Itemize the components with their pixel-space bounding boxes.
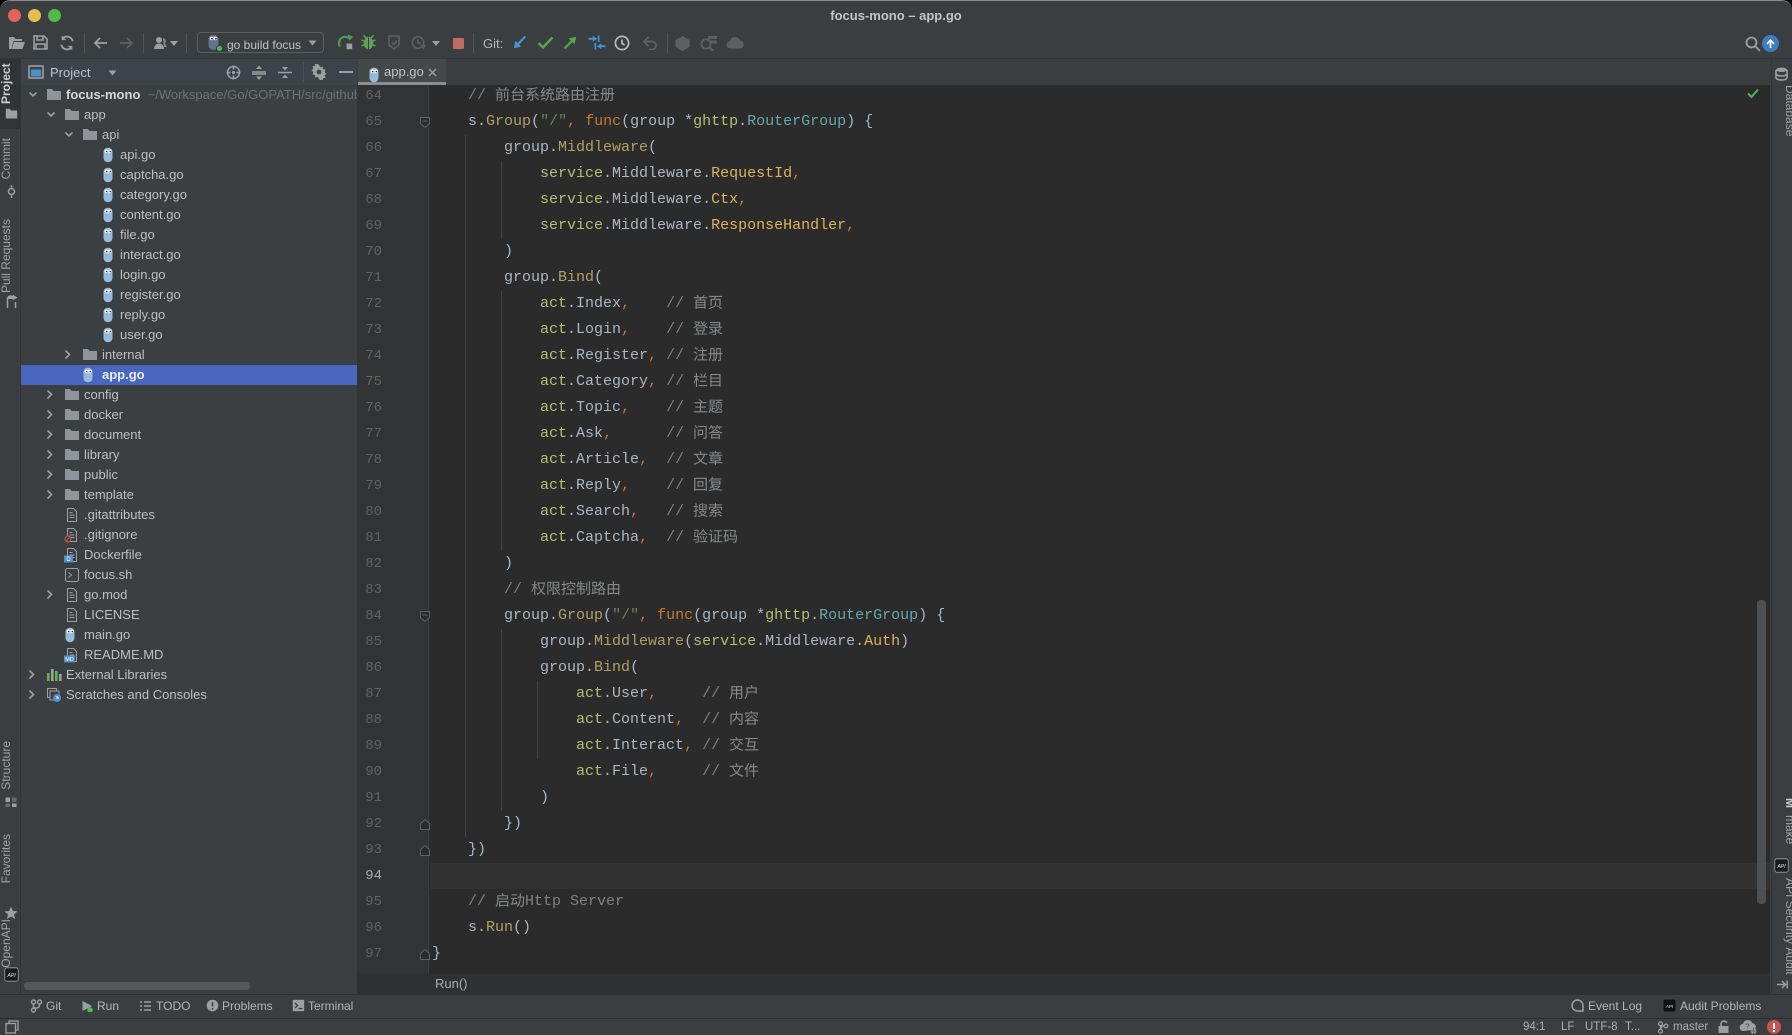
svg-text:D: D: [66, 557, 71, 563]
svg-text:MD: MD: [65, 657, 74, 663]
svg-text:API: API: [6, 973, 16, 979]
svg-text:API: API: [1776, 864, 1786, 870]
svg-text:API: API: [1665, 1004, 1674, 1009]
svg-text:?: ?: [1746, 1024, 1750, 1031]
